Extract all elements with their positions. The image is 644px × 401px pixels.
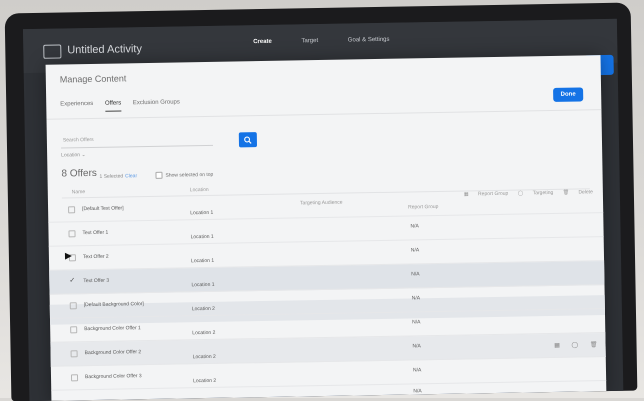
show-selected-checkbox[interactable] [155, 171, 163, 179]
show-selected-on-top-toggle[interactable]: Show selected on top [155, 171, 213, 179]
row-checkbox[interactable] [68, 230, 76, 238]
report-group-value: N/A [411, 295, 421, 302]
col-location[interactable]: Location [190, 187, 209, 193]
app-logo-icon [43, 44, 62, 59]
tab-exclusion-groups[interactable]: Exclusion Groups [133, 99, 180, 106]
offer-location: Location 1 [191, 281, 215, 289]
tab-offers[interactable]: Offers [105, 100, 121, 106]
offer-location: Location 1 [190, 233, 214, 241]
search-icon [244, 136, 252, 144]
step-goal-settings[interactable]: Goal & Settings [348, 37, 390, 44]
offer-name: [Default Text Offer] [82, 205, 124, 213]
mouse-cursor-icon: ▶ [64, 250, 72, 261]
report-group-value: N/A [410, 247, 420, 254]
offer-name: Background Color Offer 3 [84, 373, 142, 381]
location-filter-dropdown[interactable]: Location ⌄ [61, 152, 86, 158]
col-name[interactable]: Name [72, 189, 85, 195]
tab-experiences[interactable]: Experiences [60, 101, 93, 108]
show-selected-label: Show selected on top [165, 171, 214, 179]
report-group-value: N/A [411, 271, 420, 278]
offer-location: Location 1 [190, 209, 214, 217]
laptop-frame: Untitled Activity Create Target Goal & S… [4, 2, 638, 401]
offer-count: 8 Offers [61, 167, 97, 180]
row-actions: ▦ ◯ 🗑 [544, 341, 597, 349]
laptop-screen: Untitled Activity Create Target Goal & S… [22, 18, 624, 401]
selected-count: 1 Selected Clear [99, 173, 137, 180]
report-group-value: N/A [412, 343, 421, 350]
delete-icon[interactable]: 🗑 [590, 342, 598, 348]
location-filter-label: Location [61, 152, 81, 159]
offer-location: Location 2 [192, 353, 216, 361]
step-target[interactable]: Target [301, 38, 318, 44]
chevron-down-icon: ⌄ [81, 152, 86, 159]
report-group-icon[interactable]: ▦ [554, 343, 560, 349]
row-checkbox[interactable] [70, 374, 79, 382]
row-checkbox[interactable] [69, 302, 77, 310]
offer-location: Location 2 [193, 377, 217, 385]
checkmark-icon[interactable]: ✓ [69, 276, 75, 284]
tab-divider [46, 109, 602, 120]
row-checkbox[interactable] [68, 206, 76, 214]
row-checkbox[interactable] [70, 326, 78, 334]
dialog-tabs: Experiences Offers Exclusion Groups [60, 99, 190, 107]
offer-location: Location 1 [190, 257, 215, 265]
report-group-value: N/A [412, 367, 422, 374]
report-group-value: N/A [410, 223, 419, 230]
offer-name: Background Color Offer 2 [84, 349, 142, 357]
offer-location: Location 2 [191, 305, 215, 313]
targeting-icon[interactable]: ◯ [571, 343, 578, 349]
search-button[interactable] [238, 132, 258, 148]
activity-title: Untitled Activity [67, 43, 143, 57]
report-group-value: N/A [412, 319, 421, 326]
offer-name: [Default Background Color] [83, 301, 144, 309]
offer-name: Text Offer 1 [82, 229, 109, 237]
manage-content-dialog: Manage Content Done Experiences Offers E… [45, 55, 607, 401]
report-group-value: N/A [413, 388, 422, 395]
selected-label: 1 Selected [99, 173, 124, 180]
workflow-steps: Create Target Goal & Settings [253, 36, 417, 45]
clear-selection-link[interactable]: Clear [125, 173, 137, 179]
dialog-title: Manage Content [59, 73, 127, 85]
offer-name: Text Offer 3 [83, 277, 110, 285]
offer-name: Text Offer 2 [82, 253, 109, 261]
search-offers-input[interactable]: Search Offers [60, 131, 214, 149]
offer-location: Location 2 [192, 329, 216, 337]
step-create[interactable]: Create [253, 39, 272, 45]
done-button[interactable]: Done [553, 87, 584, 102]
row-checkbox[interactable] [70, 350, 78, 358]
offer-name: Background Color Offer 1 [84, 325, 141, 333]
